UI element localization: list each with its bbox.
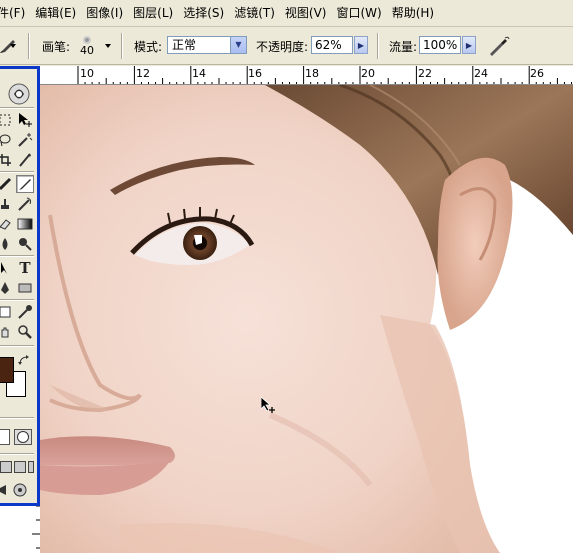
standard-mode-icon[interactable] bbox=[0, 429, 10, 445]
marquee-icon[interactable] bbox=[0, 111, 14, 129]
airbrush-icon[interactable] bbox=[487, 27, 511, 65]
menu-select[interactable]: 选择(S) bbox=[178, 0, 229, 26]
lasso-icon[interactable] bbox=[0, 131, 14, 149]
menu-view[interactable]: 视图(V) bbox=[280, 0, 332, 26]
menu-layer[interactable]: 图层(L) bbox=[128, 0, 178, 26]
type-icon[interactable]: T bbox=[16, 259, 34, 277]
dodge-icon[interactable] bbox=[16, 235, 34, 253]
move-cursor-icon bbox=[261, 397, 275, 413]
blur-icon[interactable] bbox=[0, 235, 14, 253]
ruler-tick-label: 18 bbox=[305, 67, 319, 80]
foreground-color-swatch-top[interactable] bbox=[0, 357, 14, 383]
tool-preset-arrow-icon[interactable] bbox=[8, 41, 18, 51]
mode-value: 正常 bbox=[172, 38, 197, 52]
opacity-field[interactable]: 62% bbox=[311, 36, 353, 54]
gradient-icon[interactable] bbox=[16, 215, 34, 233]
flow-label: 流量: bbox=[389, 39, 418, 54]
ruler-tick-label: 12 bbox=[136, 67, 150, 80]
hand-icon[interactable] bbox=[0, 323, 14, 341]
shape-icon[interactable] bbox=[16, 279, 34, 297]
ruler-tick-label: 20 bbox=[361, 67, 375, 80]
brush-picker[interactable]: 40 bbox=[80, 27, 94, 65]
move-tool-icon[interactable] bbox=[16, 111, 34, 129]
brush-icon[interactable] bbox=[16, 175, 34, 193]
crop-icon[interactable] bbox=[0, 151, 14, 169]
brush-label: 画笔: bbox=[42, 39, 71, 54]
menu-image[interactable]: 图像(I) bbox=[81, 0, 128, 26]
flow-field[interactable]: 100% bbox=[419, 36, 461, 54]
zoom-icon[interactable] bbox=[16, 323, 34, 341]
menu-filter[interactable]: 滤镜(T) bbox=[229, 0, 280, 26]
flow-slider-arrow-icon[interactable]: ▶ bbox=[462, 36, 476, 54]
healing-icon[interactable] bbox=[0, 175, 14, 193]
brush-dropdown-icon[interactable] bbox=[103, 41, 113, 51]
screen-mode-standard-icon[interactable] bbox=[0, 461, 12, 473]
ruler-tick-label: 10 bbox=[80, 67, 94, 80]
mode-select[interactable]: 正常 ▼ bbox=[167, 36, 247, 54]
toolbox-palette: T bbox=[0, 66, 40, 506]
ruler-tick-label: 24 bbox=[474, 67, 488, 80]
quick-mask-icon[interactable] bbox=[14, 429, 32, 445]
screen-mode-full-menu-icon[interactable] bbox=[14, 461, 26, 473]
menu-window[interactable]: 窗口(W) bbox=[331, 0, 386, 26]
chevron-down-icon: ▼ bbox=[230, 37, 246, 53]
portrait-photo bbox=[40, 85, 573, 553]
ruler-tick-label: 26 bbox=[530, 67, 544, 80]
opacity-slider-arrow-icon[interactable]: ▶ bbox=[354, 36, 368, 54]
brush-size: 40 bbox=[80, 44, 94, 57]
menu-file[interactable]: 文件(F) bbox=[0, 0, 30, 26]
jump-to-app-icon[interactable] bbox=[0, 481, 34, 499]
screen-mode-full-icon[interactable] bbox=[28, 461, 34, 473]
menu-help[interactable]: 帮助(H) bbox=[387, 0, 439, 26]
history-brush-icon[interactable] bbox=[16, 195, 34, 213]
swap-colors-icon[interactable] bbox=[18, 355, 32, 367]
opacity-label: 不透明度: bbox=[256, 39, 309, 54]
magic-wand-icon[interactable] bbox=[16, 131, 34, 149]
pen-icon[interactable] bbox=[0, 279, 14, 297]
menu-edit[interactable]: 编辑(E) bbox=[30, 0, 81, 26]
path-select-icon[interactable] bbox=[0, 259, 14, 277]
eyedropper-icon[interactable] bbox=[16, 303, 34, 321]
horizontal-ruler: 10 12 14 16 18 20 22 24 26 bbox=[40, 66, 573, 85]
jump-to-imageready-icon[interactable] bbox=[6, 83, 32, 105]
eraser-icon[interactable] bbox=[0, 215, 14, 233]
slice-icon[interactable] bbox=[16, 151, 34, 169]
ruler-tick-label: 14 bbox=[192, 67, 206, 80]
ruler-tick-label: 16 bbox=[248, 67, 262, 80]
document-canvas[interactable]: 10 12 14 16 18 20 22 24 26 bbox=[0, 66, 573, 553]
mode-label: 模式: bbox=[134, 39, 163, 54]
options-bar: 画笔: 40 模式: 正常 ▼ 不透明度: 62% ▶ 流量: 100% ▶ bbox=[0, 27, 573, 65]
stamp-icon[interactable] bbox=[0, 195, 14, 213]
menu-bar: 文件(F) 编辑(E) 图像(I) 图层(L) 选择(S) 滤镜(T) 视图(V… bbox=[0, 0, 573, 27]
notes-icon[interactable] bbox=[0, 303, 14, 321]
ruler-tick-label: 22 bbox=[418, 67, 432, 80]
